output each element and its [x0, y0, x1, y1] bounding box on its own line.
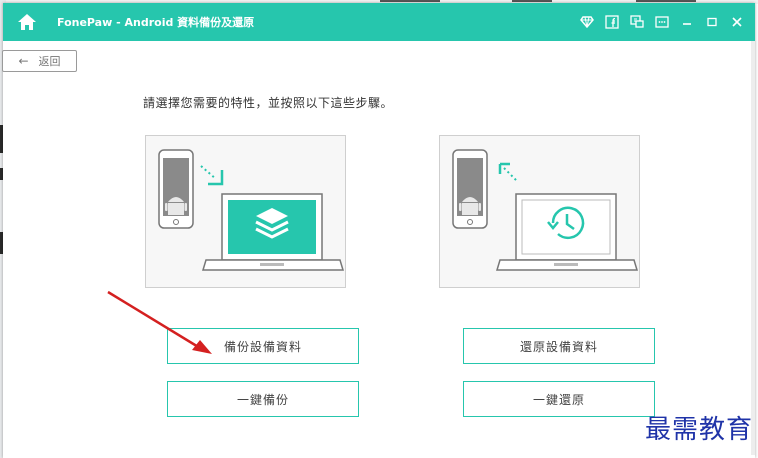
back-button[interactable]: ← 返回 [2, 50, 77, 72]
laptop-icon [495, 193, 639, 271]
minimize-icon[interactable] [677, 12, 697, 32]
restore-illustration [439, 135, 640, 288]
android-phone-icon [158, 149, 194, 229]
chat-icon[interactable] [652, 12, 672, 32]
facebook-icon[interactable] [602, 12, 622, 32]
instruction-text: 請選擇您需要的特性，並按照以下這些步驟。 [143, 96, 394, 110]
annotation-arrow [107, 290, 212, 354]
arrow-left-icon: ← [18, 54, 29, 68]
restore-device-data-button[interactable]: 還原設備資料 [463, 328, 655, 364]
one-click-restore-button[interactable]: 一鍵還原 [463, 381, 655, 417]
diamond-icon[interactable] [577, 12, 597, 32]
android-phone-icon [452, 149, 488, 229]
feedback-icon[interactable] [627, 12, 647, 32]
back-button-label: 返回 [38, 55, 61, 68]
maximize-icon[interactable] [702, 12, 722, 32]
backup-illustration [145, 135, 346, 288]
watermark-text: 最需教育 [644, 415, 753, 445]
title-bar: FonePaw - Android 資料備份及還原 [3, 3, 755, 41]
laptop-icon [201, 193, 345, 271]
home-icon[interactable] [17, 12, 37, 32]
one-click-backup-button[interactable]: 一鍵備份 [167, 381, 359, 417]
close-icon[interactable] [727, 12, 747, 32]
window-edge [751, 41, 755, 455]
title-bar-controls [572, 12, 747, 32]
window-title: FonePaw - Android 資料備份及還原 [57, 16, 255, 29]
